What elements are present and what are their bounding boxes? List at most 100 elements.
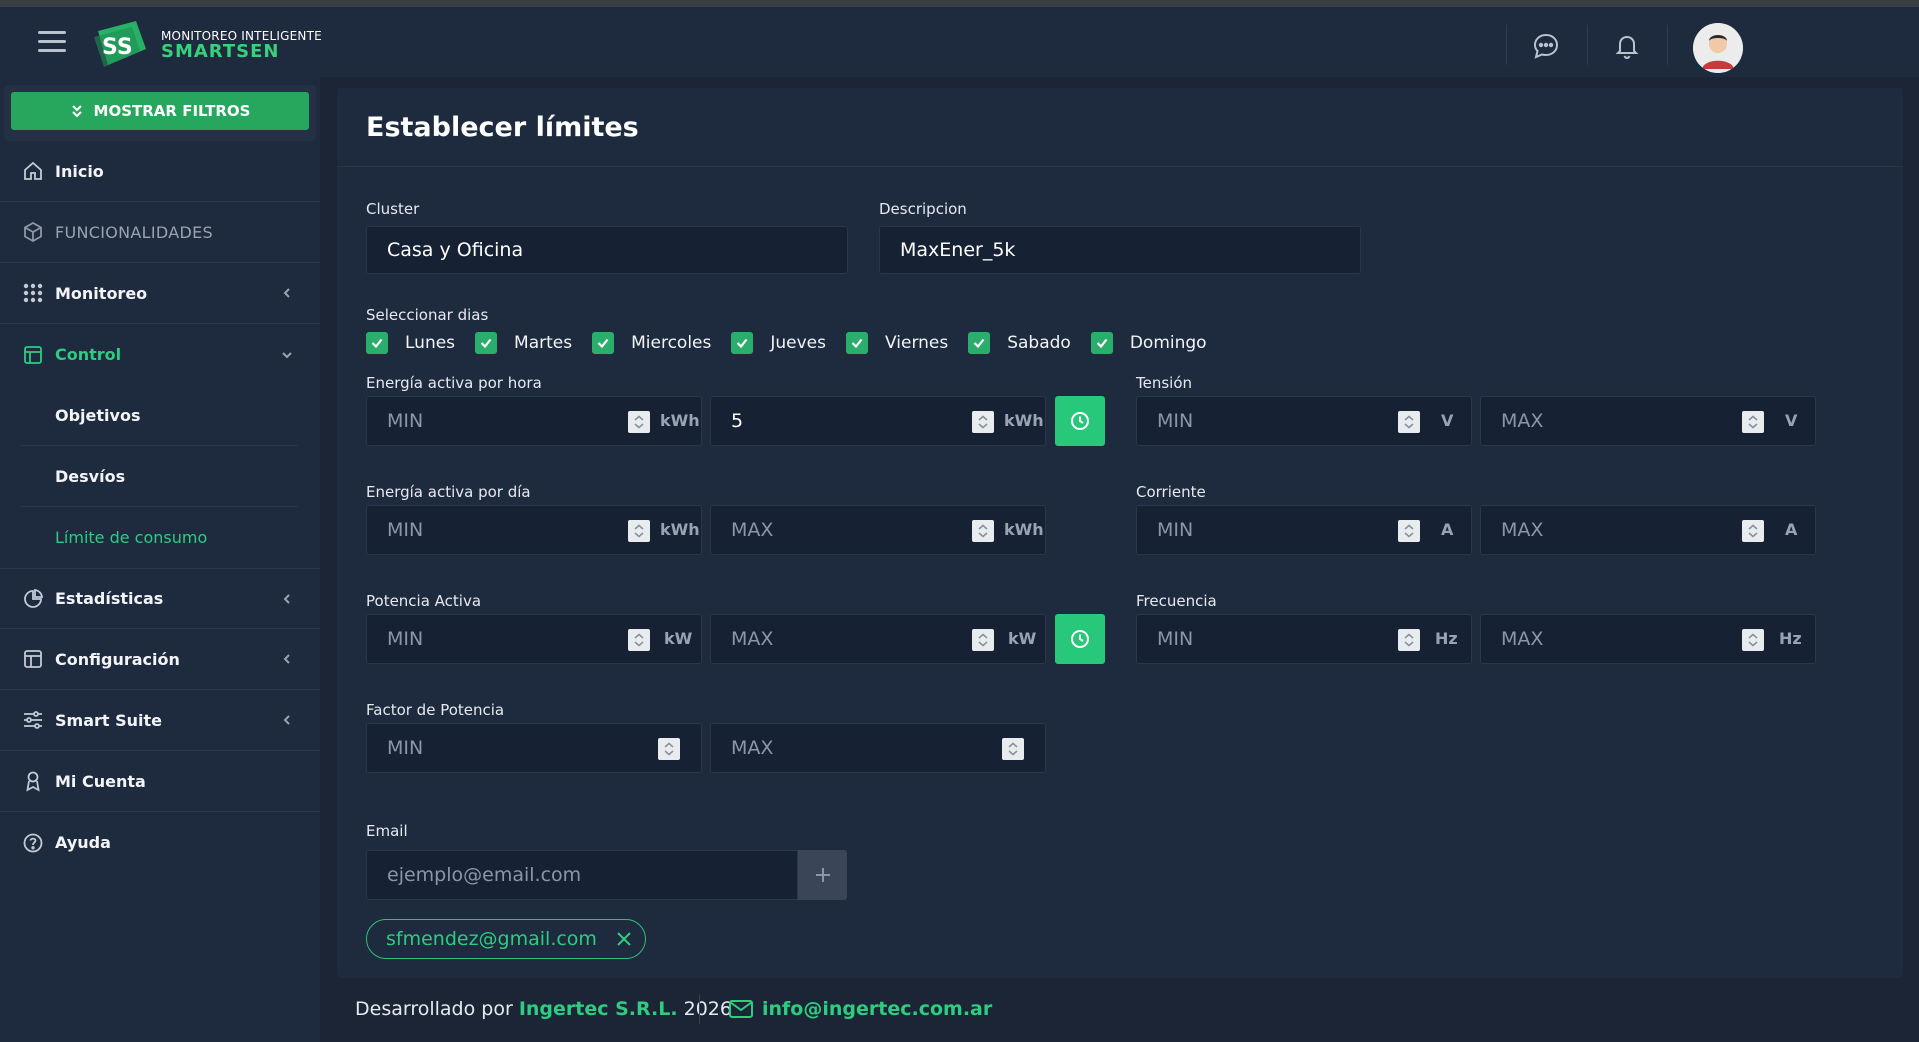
sidebar-item-inicio[interactable]: Inicio <box>0 141 320 202</box>
limits-panel: Establecer límites Cluster Casa y Oficin… <box>337 88 1903 978</box>
sidebar-item-mi-cuenta[interactable]: Mi Cuenta <box>0 751 320 812</box>
potencia-max-input[interactable]: MAX kW <box>710 614 1046 664</box>
spinner-icon[interactable] <box>628 411 650 433</box>
email-input[interactable]: ejemplo@email.com <box>366 850 798 900</box>
chevron-left-icon <box>283 654 290 664</box>
checkbox-lunes[interactable] <box>366 332 388 354</box>
table-icon <box>24 345 42 364</box>
spinner-icon[interactable] <box>1742 629 1764 651</box>
frecuencia-min-input[interactable]: MIN Hz <box>1136 614 1472 664</box>
unit-label: kW <box>1008 629 1037 648</box>
spinner-icon[interactable] <box>972 411 994 433</box>
cluster-field[interactable]: Casa y Oficina <box>366 226 848 274</box>
schedule-button[interactable] <box>1055 614 1105 664</box>
tension-max-input[interactable]: MAX V <box>1480 396 1816 446</box>
clock-icon <box>1071 630 1089 648</box>
potencia-min-input[interactable]: MIN kW <box>366 614 702 664</box>
divider <box>1506 25 1507 65</box>
energia-hora-label: Energía activa por hora <box>366 374 542 392</box>
energia-hora-min-input[interactable]: MIN kWh <box>366 396 702 446</box>
energia-dia-max-input[interactable]: MAX kWh <box>710 505 1046 555</box>
sidebar-item-estadisticas[interactable]: Estadísticas <box>0 568 320 629</box>
input-placeholder: MIN <box>1157 628 1194 650</box>
unit-label: Hz <box>1779 629 1802 648</box>
chat-icon[interactable] <box>1532 32 1560 60</box>
tension-label: Tensión <box>1136 374 1193 392</box>
sidebar-item-configuracion[interactable]: Configuración <box>0 629 320 690</box>
sidebar-subitem-limite-consumo[interactable]: Límite de consumo <box>20 507 298 568</box>
frecuencia-max-input[interactable]: MAX Hz <box>1480 614 1816 664</box>
footer-year: 2026 <box>683 998 732 1020</box>
add-email-button[interactable] <box>798 850 847 900</box>
clock-icon <box>1071 412 1089 430</box>
plus-icon <box>815 868 830 882</box>
spinner-icon[interactable] <box>628 520 650 542</box>
factor-min-input[interactable]: MIN <box>366 723 702 773</box>
spinner-icon[interactable] <box>1398 520 1420 542</box>
footer-email-link[interactable]: info@ingertec.com.ar <box>728 998 992 1020</box>
sidebar-item-label: Smart Suite <box>55 710 162 730</box>
sidebar-item-funcionalidades[interactable]: FUNCIONALIDADES <box>0 202 320 263</box>
day-label: Jueves <box>770 333 826 353</box>
bell-icon[interactable] <box>1613 32 1641 60</box>
corriente-min-input[interactable]: MIN A <box>1136 505 1472 555</box>
days-checkbox-group: Lunes Martes Miercoles Jueves Viernes Sa… <box>366 331 1227 355</box>
unit-label: A <box>1441 520 1454 539</box>
email-chip: sfmendez@gmail.com <box>366 919 646 959</box>
logo-badge-text: SS <box>102 35 133 60</box>
checkbox-miercoles[interactable] <box>592 332 615 354</box>
day-label: Lunes <box>405 333 456 353</box>
day-label: Miercoles <box>631 333 712 353</box>
footer-company-link[interactable]: Ingertec S.R.L. <box>519 998 678 1020</box>
spinner-icon[interactable] <box>1398 411 1420 433</box>
checkbox-jueves[interactable] <box>731 332 754 354</box>
input-placeholder: MIN <box>387 519 424 541</box>
mail-icon <box>729 1000 753 1018</box>
divider <box>337 166 1903 167</box>
spinner-icon[interactable] <box>1398 629 1420 651</box>
menu-icon[interactable] <box>38 31 66 55</box>
spinner-icon[interactable] <box>628 629 650 651</box>
spinner-icon[interactable] <box>1002 738 1024 760</box>
factor-max-input[interactable]: MAX <box>710 723 1046 773</box>
sidebar-item-label: Inicio <box>55 161 104 181</box>
tension-min-input[interactable]: MIN V <box>1136 396 1472 446</box>
spinner-icon[interactable] <box>1742 411 1764 433</box>
energia-dia-min-input[interactable]: MIN kWh <box>366 505 702 555</box>
user-icon <box>26 771 40 792</box>
spinner-icon[interactable] <box>658 738 680 760</box>
checkbox-sabado[interactable] <box>968 332 991 354</box>
descripcion-field[interactable]: MaxEner_5k <box>879 226 1361 274</box>
spinner-icon[interactable] <box>1742 520 1764 542</box>
footer-prefix: Desarrollado por <box>355 998 513 1020</box>
sidebar-item-smart-suite[interactable]: Smart Suite <box>0 690 320 751</box>
unit-label: V <box>1441 411 1454 430</box>
sidebar-subitem-objetivos[interactable]: Objetivos <box>20 385 298 446</box>
unit-label: kWh <box>1004 520 1044 539</box>
schedule-button[interactable] <box>1055 396 1105 446</box>
sidebar-item-ayuda[interactable]: Ayuda <box>0 812 320 873</box>
top-bar: SS MONITOREO INTELIGENTE SMARTSEN <box>0 7 1919 77</box>
sidebar-item-control[interactable]: Control <box>0 324 320 385</box>
input-placeholder: MAX <box>1501 519 1544 541</box>
checkbox-martes[interactable] <box>475 332 498 354</box>
chevron-left-icon <box>283 288 290 298</box>
day-label: Domingo <box>1129 333 1207 353</box>
unit-label: V <box>1785 411 1798 430</box>
close-icon[interactable] <box>615 930 633 948</box>
descripcion-value: MaxEner_5k <box>900 239 1016 261</box>
sidebar-item-label: Configuración <box>55 649 180 669</box>
checkbox-viernes[interactable] <box>846 332 868 354</box>
show-filters-button[interactable]: MOSTRAR FILTROS <box>11 92 309 130</box>
corriente-max-input[interactable]: MAX A <box>1480 505 1816 555</box>
sidebar-item-monitoreo[interactable]: Monitoreo <box>0 263 320 324</box>
spinner-icon[interactable] <box>972 520 994 542</box>
unit-label: Hz <box>1435 629 1458 648</box>
input-placeholder: MIN <box>387 628 424 650</box>
spinner-icon[interactable] <box>972 629 994 651</box>
checkbox-domingo[interactable] <box>1090 332 1113 354</box>
energia-hora-max-input[interactable]: 5 kWh <box>710 396 1046 446</box>
sidebar-subitem-desvios[interactable]: Desvíos <box>20 446 298 507</box>
input-placeholder: MIN <box>387 410 424 432</box>
avatar[interactable] <box>1693 23 1743 73</box>
